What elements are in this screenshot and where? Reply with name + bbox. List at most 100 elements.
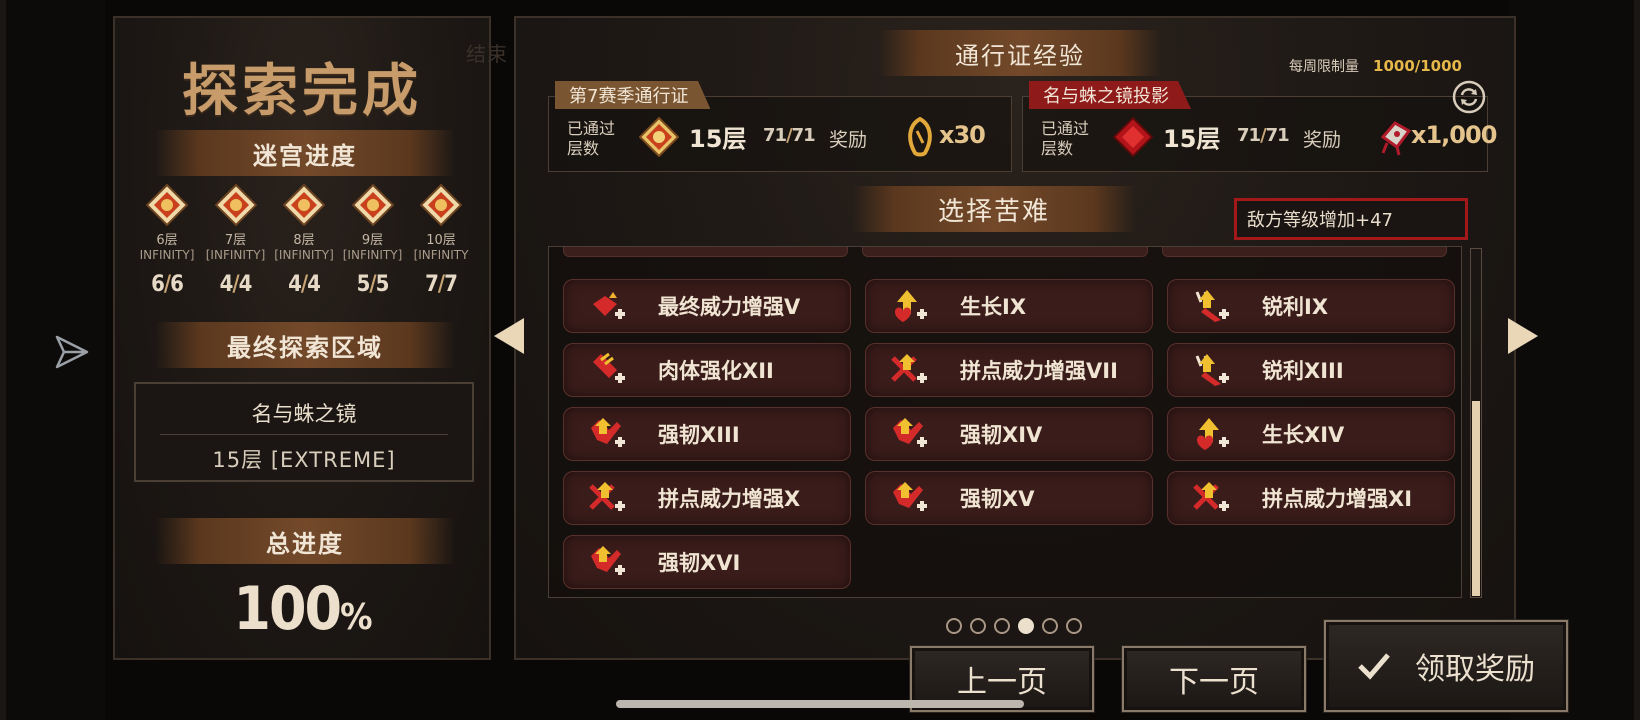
floor-name: 6层 <box>156 233 178 248</box>
share-icon[interactable] <box>54 334 90 370</box>
hardship-card[interactable]: 强韧XIV <box>865 407 1153 461</box>
scrollbar-thumb[interactable] <box>1472 401 1480 596</box>
hardship-card-label: 拼点威力增强VII <box>960 359 1118 383</box>
hardship-card[interactable]: 锐利IX <box>1167 279 1455 333</box>
pass-exp-header: 通行证经验 <box>878 30 1162 76</box>
floor-done: 6 <box>151 272 165 297</box>
total-progress-number: 100 <box>233 574 342 644</box>
total-progress-title: 总进度 <box>266 529 344 558</box>
hardship-card[interactable]: 生长XIV <box>1167 407 1455 461</box>
ribbon-ticket-icon <box>1380 121 1412 156</box>
next-page-button[interactable]: 下一页 <box>1122 646 1306 712</box>
floor-difficulty: [INFINITY] <box>274 248 334 262</box>
floor-count: 7/7 <box>425 272 458 297</box>
page-dot[interactable] <box>1042 618 1058 634</box>
sharp-icon <box>1195 290 1229 322</box>
hardship-card[interactable]: 生长IX <box>865 279 1153 333</box>
exploration-summary-panel: 探索完成 迷宫进度 6层 INFINITY] 6/6 7层 [INFINITY] 4/4 8… <box>113 16 491 660</box>
page-dot[interactable] <box>994 618 1010 634</box>
claim-rewards-label: 领取奖励 <box>1415 652 1535 687</box>
hardship-card[interactable]: 拼点威力增强XI <box>1167 471 1455 525</box>
total-progress-header: 总进度 <box>155 518 455 564</box>
claim-rewards-button[interactable]: 领取奖励 <box>1324 620 1568 712</box>
page-dot[interactable] <box>970 618 986 634</box>
hardship-card-label: 强韧XV <box>960 487 1035 511</box>
cleared-floors-label: 已通过 层数 <box>1041 119 1089 159</box>
floor-item: 9层 [INFINITY] 5/5 <box>339 183 407 297</box>
weekly-limit-value: 1000/1000 <box>1373 57 1462 75</box>
hardship-card-label: 强韧XIV <box>960 423 1043 447</box>
floor-done: 4 <box>219 272 234 297</box>
growth-icon <box>1197 418 1229 450</box>
previous-arrow-icon[interactable] <box>492 316 526 356</box>
hardship-card[interactable]: 拼点威力增强VII <box>865 343 1153 397</box>
tough-icon <box>893 418 927 447</box>
floor-total: 4 <box>238 272 253 297</box>
hardship-card-label: 拼点威力增强X <box>658 487 801 511</box>
cleared-floors-label: 已通过 层数 <box>567 119 615 159</box>
scrollbar[interactable] <box>1470 248 1482 598</box>
hardship-card[interactable]: 强韧XV <box>865 471 1153 525</box>
floor-item: 7层 [INFINITY] 4/4 <box>202 183 270 297</box>
floor-diamond-icon <box>214 183 257 227</box>
floor-diamond-icon <box>419 183 463 227</box>
gold-diamond-icon <box>639 117 679 157</box>
cleared-floor: 15层 <box>689 125 747 153</box>
right-bezel <box>1510 0 1640 720</box>
hardship-list[interactable]: 最终威力增强V 生长IX 锐利IX 肉体强化XII 拼点威力增强VII 锐利XIII 强韧X… <box>548 246 1462 598</box>
floor-total: 6 <box>170 272 184 297</box>
tough-icon <box>893 482 927 511</box>
divider <box>160 434 448 435</box>
cleared-label-line1: 已通过 <box>567 119 616 138</box>
progress-done: 71 <box>1237 125 1261 146</box>
enemy-level-increase: 敌方等级增加+47 <box>1234 198 1468 240</box>
floor-diamond-icon <box>351 183 394 227</box>
hardship-card-label: 肉体强化XII <box>658 359 774 383</box>
final-area-name: 名与蛛之镜 <box>251 402 357 426</box>
hardship-card[interactable]: 强韧XIII <box>563 407 851 461</box>
hardship-card[interactable]: 拼点威力增强X <box>563 471 851 525</box>
hardship-title: 选择苦难 <box>937 196 1050 227</box>
hardship-card-label: 强韧XIII <box>658 423 740 447</box>
maze-progress-header: 迷宫进度 <box>155 130 455 176</box>
floor-item: 8层 [INFINITY] 4/4 <box>270 183 338 297</box>
floor-done: 7 <box>425 272 439 297</box>
page-dot[interactable] <box>946 618 962 634</box>
hardship-card[interactable]: 肉体强化XII <box>563 343 851 397</box>
lunacy-crystal-icon <box>908 117 932 157</box>
final-area-floor: 15层 [EXTREME] <box>212 448 396 472</box>
hardship-card[interactable]: 锐利XIII <box>1167 343 1455 397</box>
sharp-icon <box>1195 354 1229 386</box>
check-icon <box>1358 653 1390 680</box>
floor-count: 6/6 <box>151 272 184 297</box>
floor-item: 6层 INFINITY] 6/6 <box>133 183 201 297</box>
reward-quantity: x1,000 <box>1411 121 1497 149</box>
floor-name: 8层 <box>293 233 315 248</box>
hardship-header: 选择苦难 <box>852 186 1136 232</box>
red-diamond-icon <box>1113 117 1153 157</box>
home-indicator-bar[interactable] <box>616 700 1024 708</box>
hardship-card[interactable]: 最终威力增强V <box>563 279 851 333</box>
final-area-title: 最终探索区域 <box>227 333 383 362</box>
progress-done: 71 <box>763 125 787 146</box>
weekly-limit: 每周限制量 1000/1000 <box>1289 56 1462 76</box>
floor-diamond-icon <box>145 183 189 227</box>
next-arrow-icon[interactable] <box>1506 316 1540 356</box>
hardship-card[interactable]: 强韧XVI <box>563 535 851 589</box>
page-dot[interactable] <box>1066 618 1082 634</box>
cleared-label-line2: 层数 <box>567 139 600 158</box>
mirror-projection-box: 名与蛛之镜投影 已通过 层数 15层 71/71 奖励 x1,000 <box>1022 81 1497 172</box>
cleared-progress: 71/71 <box>1237 125 1290 146</box>
hardship-card-grid: 最终威力增强V 生长IX 锐利IX 肉体强化XII 拼点威力增强VII 锐利XIII 强韧X… <box>563 279 1455 589</box>
floor-diamond-icon <box>282 183 326 227</box>
maze-progress-title: 迷宫进度 <box>253 141 357 170</box>
hardship-card-label: 最终威力增强V <box>658 295 801 319</box>
floor-total: 7 <box>444 272 458 297</box>
floor-difficulty: [INFINITY] <box>342 248 403 262</box>
weekly-limit-label: 每周限制量 <box>1289 59 1360 75</box>
page-dot[interactable] <box>1018 618 1034 634</box>
clipped-cards-row <box>563 247 1447 257</box>
refresh-icon[interactable] <box>1452 80 1486 114</box>
hardship-card-label: 生长IX <box>960 295 1027 319</box>
page-title: 探索完成 <box>182 58 422 124</box>
